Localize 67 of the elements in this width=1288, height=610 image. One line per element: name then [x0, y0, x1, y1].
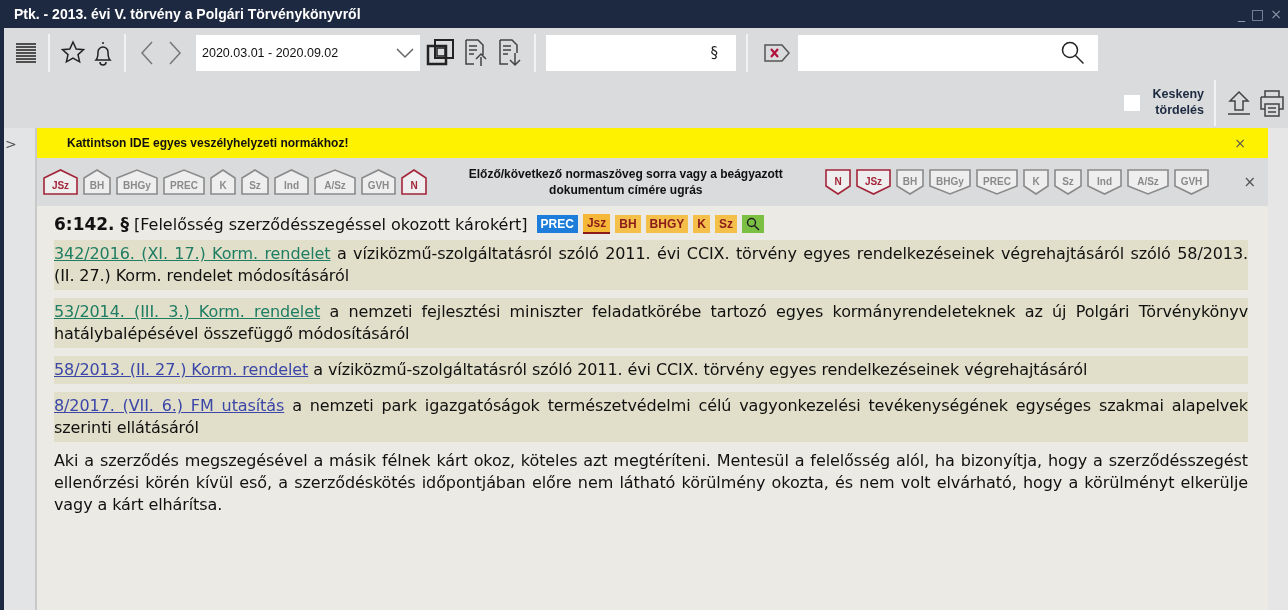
jump-badge[interactable]: BHGy	[928, 169, 971, 195]
reference-link[interactable]: 342/2016. (XI. 17.) Korm. rendelet	[54, 244, 331, 263]
jump-badge[interactable]: JSz	[855, 169, 891, 195]
close-button[interactable]: ×	[1243, 173, 1256, 191]
jump-badge[interactable]: Sz	[241, 169, 269, 195]
star-icon[interactable]	[60, 40, 86, 66]
reference-paragraph: 342/2016. (XI. 17.) Korm. rendelet a víziközmű-szolgáltatásról szóló 2011. évi CCIX. törvény egyes rendelkezéseinek végrehajtásáról szóló 58/2013. (II. 27.) Korm. rendelet módosításáról	[54, 240, 1248, 290]
scrollbar[interactable]	[1268, 128, 1288, 610]
jump-badge[interactable]: K	[1022, 169, 1049, 195]
jump-badge[interactable]: BHGy	[116, 169, 158, 195]
upload-icon[interactable]	[1226, 89, 1252, 117]
paragraph-sign[interactable]: §	[710, 44, 718, 62]
chevron-down-icon[interactable]	[396, 47, 414, 59]
date-range-text: 2020.03.01 - 2020.09.02	[202, 46, 339, 60]
reference-tag[interactable]: Sz	[714, 215, 737, 233]
window-control-button[interactable]: □	[1251, 6, 1265, 22]
jump-badge[interactable]: N	[401, 169, 427, 195]
clear-tag-icon[interactable]	[762, 41, 792, 65]
alert-banner[interactable]: Kattintson IDE egyes veszélyhelyzeti normákhoz! ×	[37, 128, 1268, 158]
section-number: 6:142. §	[54, 214, 129, 234]
bell-icon[interactable]	[92, 40, 114, 66]
reference-tag[interactable]: BHGY	[645, 215, 689, 233]
checkbox[interactable]	[1124, 95, 1140, 111]
jump-badge[interactable]: JSz	[43, 169, 78, 195]
jump-badge[interactable]: Ind	[274, 169, 309, 195]
list-menu-icon[interactable]	[14, 41, 38, 65]
search-icon[interactable]	[745, 217, 760, 231]
jump-badge[interactable]: K	[210, 169, 236, 195]
jump-badge[interactable]: Sz	[1053, 169, 1082, 195]
reference-paragraph: 58/2013. (II. 27.) Korm. rendelet a víziközmű-szolgáltatásról szóló 2011. évi CCIX. törvény egyes rendelkezéseinek végrehajtásáról	[54, 356, 1248, 384]
search-tag-button[interactable]	[741, 215, 764, 233]
checkbox-label: Keskeny tördelés	[1151, 87, 1204, 119]
jump-badge[interactable]: GVH	[361, 169, 396, 195]
search-icon[interactable]	[1060, 40, 1086, 66]
close-button[interactable]: ×	[1234, 135, 1246, 151]
section-body-text: Aki a szerződés megszegésével a másik félnek kárt okoz, köteles azt megtéríteni. Mentesül a felelősség alól, ha bizonyítja, hogy a szerződésszegést ellenőrzési körén kívül eső, a szerződéskötés időpontjában előre nem látható körülmény okozta, és nem volt elvárható, hogy a körülményt elkerülje vagy a kárt elhárítsa.	[54, 450, 1248, 516]
jump-badge[interactable]: BH	[83, 169, 111, 195]
navigation-hint: Előző/következő normaszöveg sorra vagy a beágyazott dokumentum címére ugrás	[467, 165, 784, 199]
search-field[interactable]	[798, 35, 1098, 71]
paragraph-search-field[interactable]: §	[546, 35, 736, 71]
banner-text[interactable]: Kattintson IDE egyes veszélyhelyzeti normákhoz!	[67, 136, 349, 150]
print-icon[interactable]	[1258, 88, 1286, 118]
jump-badge[interactable]: A/Sz	[314, 169, 356, 195]
reference-link[interactable]: 53/2014. (III. 3.) Korm. rendelet	[54, 302, 321, 321]
reference-tag[interactable]: K	[693, 215, 710, 233]
jump-badge[interactable]: GVH	[1173, 169, 1209, 195]
reference-link[interactable]: 8/2017. (VII. 6.) FM utasítás	[54, 396, 285, 415]
jump-badge[interactable]: A/Sz	[1126, 169, 1169, 195]
window-title: Ptk. - 2013. évi V. törvény a Polgári Törvénykönyvről	[14, 6, 361, 22]
document-download-icon[interactable]	[496, 38, 524, 68]
reference-tag[interactable]: PREC	[536, 215, 578, 233]
section-title: [Felelősség szerződésszegéssel okozott károkért]	[134, 214, 528, 234]
reference-paragraph: 8/2017. (VII. 6.) FM utasítás a nemzeti park igazgatóságok természetvédelmi célú vagyonkezelési tevékenységének egységes szakmai alapelvek szerinti ellátásáról	[54, 392, 1248, 442]
jump-badge[interactable]: N	[824, 169, 851, 195]
jump-badge[interactable]: Ind	[1086, 169, 1122, 195]
jump-badge[interactable]: BH	[895, 169, 924, 195]
copy-window-icon[interactable]	[426, 38, 456, 68]
date-range-dropdown[interactable]: 2020.03.01 - 2020.09.02	[196, 35, 420, 71]
reference-tag[interactable]: Jsz	[582, 214, 611, 234]
reference-paragraph: 53/2014. (III. 3.) Korm. rendelet a nemzeti fejlesztési miniszter feladatkörébe tartozó egyes kormányrendeleteknek az új Polgári Törvénykönyv hatálybalépésével összefüggő módosításáról	[54, 298, 1248, 348]
sidebar-toggle-button[interactable]: >	[5, 136, 17, 152]
window-control-button[interactable]: ×	[1270, 6, 1282, 22]
window-control-button[interactable]: _	[1238, 6, 1246, 22]
reference-tag[interactable]: BH	[615, 215, 641, 233]
jump-badge[interactable]: PREC	[975, 169, 1018, 195]
reference-link[interactable]: 58/2013. (II. 27.) Korm. rendelet	[54, 360, 309, 379]
jump-badge[interactable]: PREC	[163, 169, 205, 195]
